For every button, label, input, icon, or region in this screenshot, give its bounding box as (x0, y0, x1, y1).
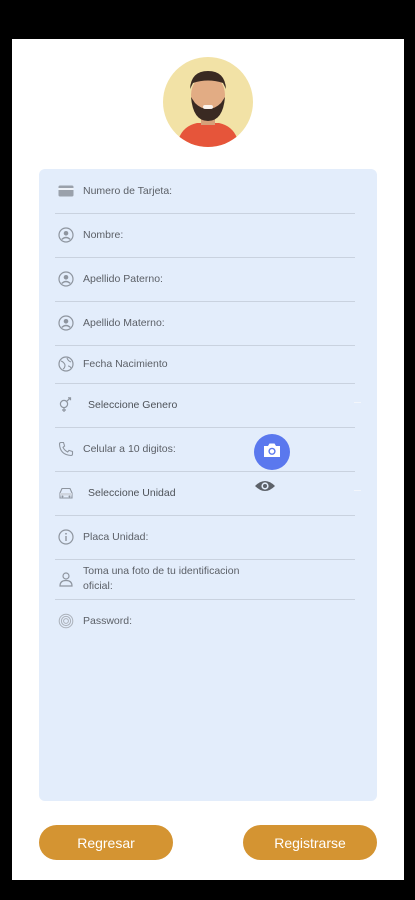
plate-field[interactable]: Placa Unidad: (55, 515, 355, 560)
register-button[interactable]: Registrarse (243, 825, 377, 860)
back-button[interactable]: Regresar (39, 825, 173, 860)
chevron-down-icon (354, 402, 361, 403)
password-field[interactable]: Password: (55, 599, 355, 643)
phone-icon (58, 441, 74, 457)
plate-label: Placa Unidad: (83, 530, 149, 543)
person-circle-icon (58, 271, 74, 287)
person-circle-icon (58, 227, 74, 243)
paternal-surname-field[interactable]: Apellido Paterno: (55, 257, 355, 302)
info-icon (58, 529, 74, 545)
gender-icon (58, 397, 74, 413)
toggle-password-visibility[interactable] (254, 480, 276, 496)
globe-icon (58, 356, 74, 372)
unit-select-label: Seleccione Unidad (88, 486, 176, 499)
id-photo-field: Toma una foto de tu identificacion ofici… (55, 559, 355, 600)
camera-icon (262, 442, 282, 463)
camera-button[interactable] (254, 434, 290, 470)
chevron-down-icon (354, 490, 361, 491)
birthdate-label: Fecha Nacimiento (83, 357, 168, 370)
password-label: Password: (83, 614, 133, 627)
car-icon (58, 485, 74, 501)
paternal-surname-label: Apellido Paterno: (83, 272, 163, 285)
app-screen: Numero de Tarjeta: Nombre: Apellido Pate… (12, 39, 404, 880)
phone-label: Celular a 10 digitos: (83, 442, 176, 455)
maternal-surname-field[interactable]: Apellido Materno: (55, 301, 355, 346)
person-outline-icon (58, 571, 74, 587)
maternal-surname-label: Apellido Materno: (83, 316, 165, 329)
first-name-field[interactable]: Nombre: (55, 213, 355, 258)
credit-card-icon (58, 183, 74, 199)
unit-select[interactable]: Seleccione Unidad (55, 471, 361, 516)
person-circle-icon (58, 315, 74, 331)
id-photo-label: Toma una foto de tu identificacion ofici… (83, 565, 240, 592)
gender-select-label: Seleccione Genero (88, 398, 178, 411)
card-number-field[interactable]: Numero de Tarjeta: (55, 169, 355, 214)
phone-field[interactable]: Celular a 10 digitos: (55, 427, 355, 472)
avatar (163, 57, 253, 147)
gender-select[interactable]: Seleccione Genero (55, 383, 361, 428)
eye-icon (254, 479, 276, 498)
first-name-label: Nombre: (83, 228, 124, 241)
birthdate-field[interactable]: Fecha Nacimiento (55, 345, 355, 384)
registration-form: Numero de Tarjeta: Nombre: Apellido Pate… (39, 169, 377, 801)
card-number-label: Numero de Tarjeta: (83, 184, 173, 197)
fingerprint-icon (58, 613, 74, 629)
